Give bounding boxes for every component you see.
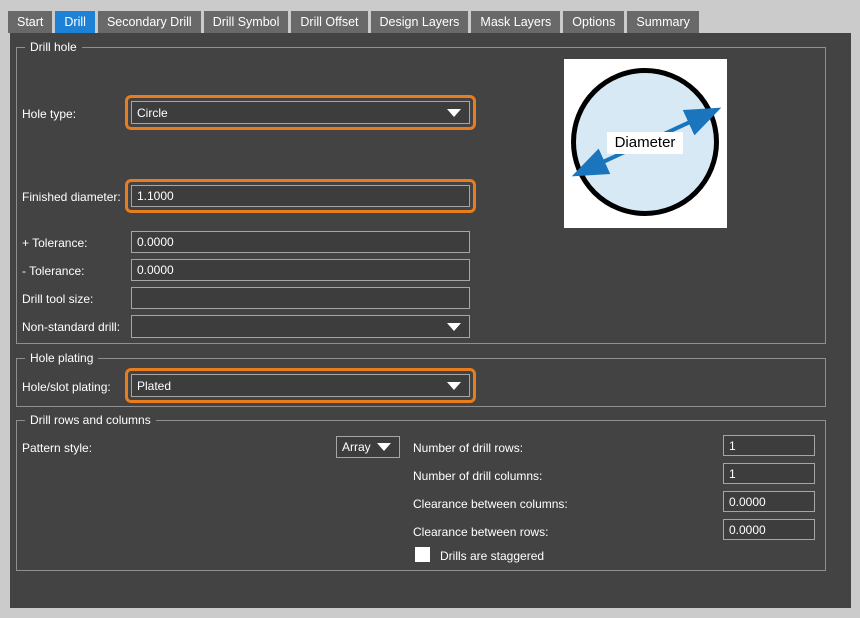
clearance-columns-label: Clearance between columns: bbox=[413, 497, 568, 511]
clearance-columns-input[interactable] bbox=[723, 491, 815, 512]
hole-type-highlight: Circle bbox=[125, 95, 476, 130]
hole-slot-plating-dropdown[interactable]: Plated bbox=[131, 374, 470, 397]
chevron-down-icon bbox=[447, 382, 461, 390]
drill-tool-size-input[interactable] bbox=[131, 287, 470, 309]
tab-design-layers[interactable]: Design Layers bbox=[371, 11, 469, 33]
minus-tolerance-input[interactable] bbox=[131, 259, 470, 281]
finished-diameter-input[interactable] bbox=[131, 185, 470, 207]
drill-rows-columns-group-label: Drill rows and columns bbox=[25, 413, 156, 428]
hole-slot-plating-highlight: Plated bbox=[125, 368, 476, 403]
non-standard-drill-dropdown[interactable] bbox=[131, 315, 470, 338]
drill-tool-size-label: Drill tool size: bbox=[22, 292, 93, 306]
drill-tab-panel: Drill hole Hole plating Drill rows and c… bbox=[10, 33, 851, 608]
pattern-style-dropdown[interactable]: Array bbox=[336, 436, 400, 458]
tab-secondary-drill[interactable]: Secondary Drill bbox=[98, 11, 201, 33]
plus-tolerance-input[interactable] bbox=[131, 231, 470, 253]
tab-summary[interactable]: Summary bbox=[627, 11, 698, 33]
tab-start[interactable]: Start bbox=[8, 11, 52, 33]
drills-staggered-label: Drills are staggered bbox=[440, 549, 544, 563]
clearance-rows-label: Clearance between rows: bbox=[413, 525, 548, 539]
clearance-rows-input[interactable] bbox=[723, 519, 815, 540]
tab-drill-symbol[interactable]: Drill Symbol bbox=[204, 11, 289, 33]
minus-tolerance-label: - Tolerance: bbox=[22, 264, 84, 278]
hole-type-label: Hole type: bbox=[22, 107, 76, 121]
chevron-down-icon bbox=[447, 323, 461, 331]
hole-type-value: Circle bbox=[137, 106, 168, 120]
drill-columns-input[interactable] bbox=[723, 463, 815, 484]
finished-diameter-label: Finished diameter: bbox=[22, 190, 121, 204]
chevron-down-icon bbox=[447, 109, 461, 117]
hole-slot-plating-label: Hole/slot plating: bbox=[22, 380, 111, 394]
hole-slot-plating-value: Plated bbox=[137, 379, 171, 393]
plus-tolerance-label: + Tolerance: bbox=[22, 236, 88, 250]
tab-drill-offset[interactable]: Drill Offset bbox=[291, 11, 367, 33]
hole-type-dropdown[interactable]: Circle bbox=[131, 101, 470, 124]
pattern-style-label: Pattern style: bbox=[22, 441, 92, 455]
chevron-down-icon bbox=[377, 443, 391, 451]
tab-drill[interactable]: Drill bbox=[55, 11, 95, 33]
tab-options[interactable]: Options bbox=[563, 11, 624, 33]
diameter-diagram-label: Diameter bbox=[607, 132, 683, 154]
non-standard-drill-label: Non-standard drill: bbox=[22, 320, 120, 334]
drill-columns-label: Number of drill columns: bbox=[413, 469, 542, 483]
tab-mask-layers[interactable]: Mask Layers bbox=[471, 11, 560, 33]
drill-rows-label: Number of drill rows: bbox=[413, 441, 523, 455]
hole-plating-group-label: Hole plating bbox=[25, 351, 98, 366]
drills-staggered-checkbox[interactable] bbox=[415, 547, 430, 562]
drill-rows-input[interactable] bbox=[723, 435, 815, 456]
drill-hole-group-label: Drill hole bbox=[25, 40, 82, 55]
finished-diameter-highlight bbox=[125, 179, 476, 213]
diameter-diagram: Diameter bbox=[564, 59, 727, 228]
tab-bar: Start Drill Secondary Drill Drill Symbol… bbox=[8, 11, 699, 33]
pattern-style-value: Array bbox=[342, 440, 371, 454]
